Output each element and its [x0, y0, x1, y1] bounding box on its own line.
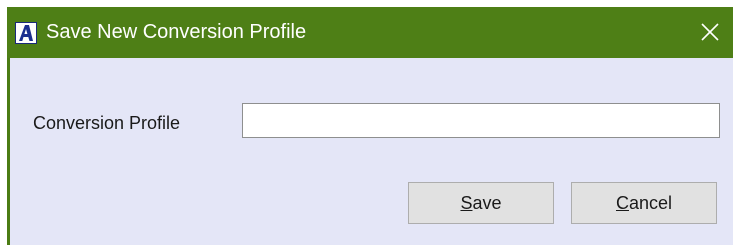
save-label-rest: ave — [472, 193, 502, 213]
title-bar[interactable]: Save New Conversion Profile — [7, 7, 733, 58]
dialog-title: Save New Conversion Profile — [46, 21, 307, 43]
close-button[interactable] — [687, 7, 733, 58]
save-mnemonic: S — [460, 193, 473, 213]
cancel-button[interactable]: Cancel — [571, 182, 717, 224]
save-button[interactable]: Save — [408, 182, 554, 224]
dialog-body: Conversion Profile Save Cancel — [10, 58, 733, 245]
conversion-profile-input[interactable] — [242, 103, 720, 138]
cancel-mnemonic: C — [615, 193, 629, 213]
conversion-profile-label: Conversion Profile — [33, 113, 181, 133]
close-icon — [701, 23, 719, 41]
cancel-label-rest: ancel — [628, 193, 673, 213]
save-profile-dialog: Save New Conversion Profile Conversion P… — [7, 7, 733, 245]
app-logo-icon — [15, 22, 37, 44]
